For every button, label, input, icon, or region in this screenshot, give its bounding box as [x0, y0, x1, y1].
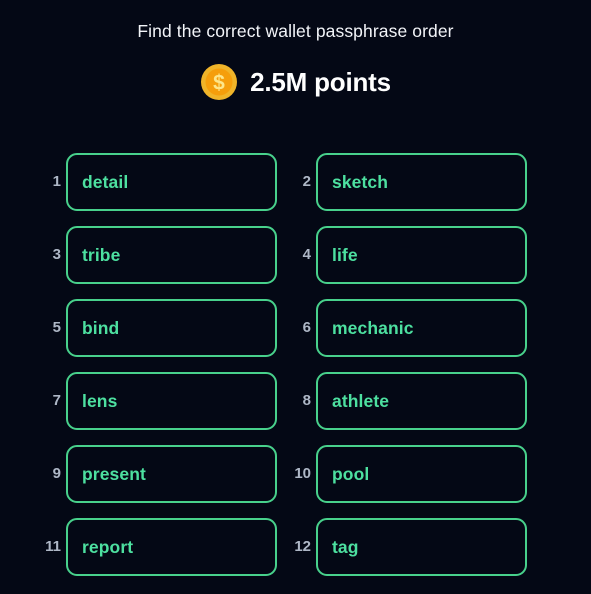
word-text-8: athlete — [332, 391, 390, 411]
word-box-8[interactable]: athlete — [316, 372, 527, 430]
grid-row: 9 present 10 pool — [0, 445, 591, 503]
word-index-7: 7 — [52, 392, 61, 409]
word-index-2: 2 — [302, 173, 311, 190]
word-box-2[interactable]: sketch — [316, 153, 527, 211]
grid-row: 11 report 12 tag — [0, 518, 591, 576]
word-text-4: life — [332, 245, 358, 265]
word-index-10: 10 — [294, 465, 311, 482]
word-index-1: 1 — [52, 173, 61, 190]
word-slot-4[interactable]: 4 life — [288, 226, 527, 284]
word-index-6: 6 — [302, 319, 311, 336]
word-box-9[interactable]: present — [66, 445, 277, 503]
word-index-11: 11 — [45, 538, 61, 555]
word-box-5[interactable]: bind — [66, 299, 277, 357]
word-index-5: 5 — [52, 319, 61, 336]
svg-text:$: $ — [213, 72, 225, 95]
word-slot-3[interactable]: 3 tribe — [38, 226, 277, 284]
word-index-3: 3 — [52, 246, 61, 263]
grid-row: 1 detail 2 sketch — [0, 153, 591, 211]
passphrase-order-panel: Find the correct wallet passphrase order… — [0, 0, 591, 594]
word-box-12[interactable]: tag — [316, 518, 527, 576]
word-grid: 1 detail 2 sketch 3 tribe 4 life 5 bind … — [0, 153, 591, 576]
word-box-7[interactable]: lens — [66, 372, 277, 430]
word-text-10: pool — [332, 464, 370, 484]
grid-row: 7 lens 8 athlete — [0, 372, 591, 430]
word-text-6: mechanic — [332, 318, 414, 338]
word-box-3[interactable]: tribe — [66, 226, 277, 284]
grid-row: 3 tribe 4 life — [0, 226, 591, 284]
grid-row: 5 bind 6 mechanic — [0, 299, 591, 357]
word-slot-10[interactable]: 10 pool — [288, 445, 527, 503]
word-text-11: report — [82, 537, 134, 557]
word-text-9: present — [82, 464, 146, 484]
word-text-7: lens — [82, 391, 118, 411]
points-reward-row: $ 2.5M points — [0, 62, 591, 102]
word-text-1: detail — [82, 172, 129, 192]
word-box-1[interactable]: detail — [66, 153, 277, 211]
points-amount-label: 2.5M points — [250, 67, 391, 97]
word-index-9: 9 — [52, 465, 61, 482]
word-slot-11[interactable]: 11 report — [38, 518, 277, 576]
word-slot-1[interactable]: 1 detail — [38, 153, 277, 211]
word-box-4[interactable]: life — [316, 226, 527, 284]
word-box-6[interactable]: mechanic — [316, 299, 527, 357]
word-text-2: sketch — [332, 172, 389, 192]
word-slot-7[interactable]: 7 lens — [38, 372, 277, 430]
dollar-coin-icon: $ — [200, 63, 238, 101]
word-slot-12[interactable]: 12 tag — [288, 518, 527, 576]
word-slot-6[interactable]: 6 mechanic — [288, 299, 527, 357]
word-index-12: 12 — [294, 538, 311, 555]
word-box-10[interactable]: pool — [316, 445, 527, 503]
word-index-8: 8 — [302, 392, 311, 409]
word-slot-8[interactable]: 8 athlete — [288, 372, 527, 430]
word-slot-9[interactable]: 9 present — [38, 445, 277, 503]
word-text-3: tribe — [82, 245, 121, 265]
word-box-11[interactable]: report — [66, 518, 277, 576]
page-title: Find the correct wallet passphrase order — [137, 21, 454, 41]
word-slot-5[interactable]: 5 bind — [38, 299, 277, 357]
word-text-5: bind — [82, 318, 120, 338]
word-index-4: 4 — [302, 246, 311, 263]
word-text-12: tag — [332, 537, 359, 557]
word-slot-2[interactable]: 2 sketch — [288, 153, 527, 211]
